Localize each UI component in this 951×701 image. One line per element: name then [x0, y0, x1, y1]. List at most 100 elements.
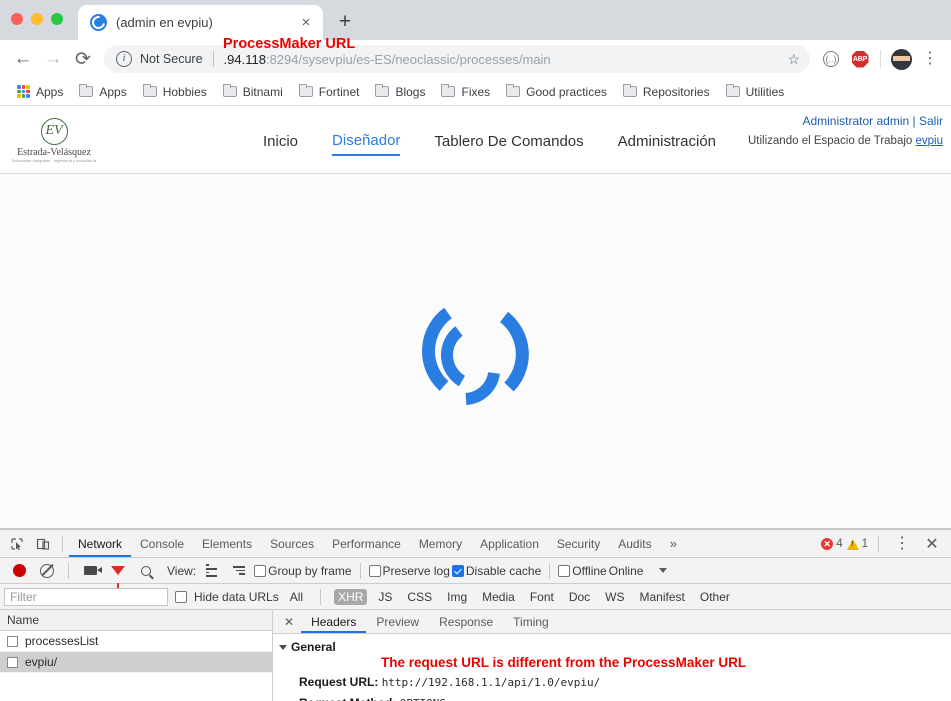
chrome-menu-icon[interactable]: ⋮: [917, 46, 943, 72]
group-by-frame-checkbox[interactable]: [254, 564, 267, 577]
filter-type-xhr[interactable]: XHR: [334, 588, 368, 605]
tab-audits[interactable]: Audits: [609, 530, 660, 557]
bookmark-item-bitnami[interactable]: Bitnami: [216, 83, 290, 101]
user-name-link[interactable]: Administrator admin: [802, 114, 909, 128]
devtools-menu-icon[interactable]: ⋮: [889, 531, 915, 557]
detail-tab-response[interactable]: Response: [429, 610, 503, 633]
request-name: evpiu/: [25, 655, 58, 669]
bookmark-item-blogs[interactable]: Blogs: [368, 83, 432, 101]
detail-tab-preview[interactable]: Preview: [366, 610, 429, 633]
nav-item-inicio[interactable]: Inicio: [263, 133, 298, 155]
nav-item-disenador[interactable]: Diseñador: [332, 132, 401, 156]
detail-tab-headers[interactable]: Headers: [301, 610, 367, 633]
back-icon[interactable]: ←: [8, 44, 38, 74]
url-text: .94.118:8294/sysevpiu/es-ES/neoclassic/p…: [224, 52, 551, 67]
browser-tab[interactable]: (admin en evpiu) ×: [78, 5, 323, 40]
adblock-plus-icon[interactable]: ABP: [847, 46, 873, 72]
throttling-value[interactable]: Online: [609, 564, 644, 578]
bookmark-item-hobbies[interactable]: Hobbies: [136, 83, 214, 101]
error-badge[interactable]: ✕ 4: [821, 538, 843, 550]
disable-cache-checkbox[interactable]: [451, 564, 464, 577]
filter-type-img[interactable]: Img: [443, 589, 471, 605]
tab-sources[interactable]: Sources: [261, 530, 323, 557]
view-list-icon[interactable]: [198, 558, 224, 584]
bookmark-item-good-practices[interactable]: Good practices: [499, 83, 614, 101]
reload-icon[interactable]: ⟳: [68, 44, 98, 74]
window-controls[interactable]: [11, 13, 63, 25]
offline-checkbox[interactable]: [558, 564, 571, 577]
device-toolbar-icon[interactable]: [30, 531, 56, 557]
bookmark-item-fortinet[interactable]: Fortinet: [292, 83, 367, 101]
hide-data-urls-label: Hide data URLs: [194, 589, 279, 604]
requests-column-header[interactable]: Name: [0, 610, 272, 631]
clear-button[interactable]: [34, 558, 60, 584]
inspect-element-icon[interactable]: [4, 531, 30, 557]
detail-tabbar: ✕ Headers Preview Response Timing: [273, 610, 951, 634]
close-window-button[interactable]: [11, 13, 23, 25]
close-icon[interactable]: ×: [297, 14, 315, 32]
warning-icon: [846, 538, 859, 550]
folder-icon: [142, 84, 157, 97]
bookmark-item-fixes[interactable]: Fixes: [434, 83, 497, 101]
logout-link[interactable]: Salir: [919, 114, 943, 128]
hide-data-urls-checkbox[interactable]: [175, 590, 187, 603]
header-row-request-method: Request Method: OPTIONS: [273, 696, 951, 701]
close-detail-icon[interactable]: ✕: [277, 615, 301, 629]
tab-network[interactable]: Network: [69, 530, 132, 557]
filter-type-ws[interactable]: WS: [601, 589, 628, 605]
bookmark-label: Hobbies: [162, 84, 207, 99]
tab-application[interactable]: Application: [471, 530, 548, 557]
record-button[interactable]: [6, 558, 32, 584]
workspace-link[interactable]: evpiu: [916, 135, 944, 147]
filter-type-js[interactable]: JS: [374, 589, 396, 605]
profile-avatar[interactable]: [888, 46, 914, 72]
warning-badge[interactable]: 1: [846, 538, 868, 550]
table-row[interactable]: processesList: [0, 631, 272, 652]
detail-tab-timing[interactable]: Timing: [503, 610, 559, 633]
more-tabs-icon[interactable]: »: [661, 530, 686, 557]
extension-circle-icon[interactable]: (..): [818, 46, 844, 72]
view-waterfall-icon[interactable]: [226, 558, 252, 584]
bookmark-label: Repositories: [642, 84, 710, 99]
bookmark-item-repositories[interactable]: Repositories: [616, 83, 717, 101]
filter-type-media[interactable]: Media: [478, 589, 519, 605]
nav-item-tablero-de-comandos[interactable]: Tablero De Comandos: [434, 133, 583, 155]
general-section-header[interactable]: General: [273, 640, 951, 654]
filter-type-css[interactable]: CSS: [403, 589, 436, 605]
header-value[interactable]: http://192.168.1.1/api/1.0/evpiu/: [382, 676, 601, 689]
new-tab-button[interactable]: +: [333, 11, 357, 35]
bookmark-star-icon[interactable]: ☆: [787, 51, 800, 68]
loading-spinner: [406, 281, 546, 421]
tab-performance[interactable]: Performance: [323, 530, 410, 557]
group-by-frame-label: Group by frame: [268, 563, 352, 578]
maximize-window-button[interactable]: [51, 13, 63, 25]
address-bar[interactable]: i Not Secure .94.118:8294/sysevpiu/es-ES…: [104, 45, 810, 73]
chevron-down-icon[interactable]: [659, 568, 668, 573]
filter-icon[interactable]: [105, 558, 131, 588]
preserve-log-checkbox[interactable]: [368, 564, 381, 577]
site-logo[interactable]: EV Estrada-Velásquez Soluciones integral…: [8, 114, 100, 166]
tab-memory[interactable]: Memory: [410, 530, 471, 557]
bookmark-item-apps[interactable]: Apps: [72, 83, 133, 101]
filter-type-font[interactable]: Font: [526, 589, 558, 605]
table-row[interactable]: evpiu/: [0, 652, 272, 673]
tab-console[interactable]: Console: [131, 530, 193, 557]
filter-input[interactable]: Filter: [4, 587, 168, 606]
nav-item-administracion[interactable]: Administración: [618, 133, 716, 155]
forward-icon[interactable]: →: [38, 44, 68, 74]
info-icon[interactable]: i: [116, 51, 132, 67]
filter-type-all[interactable]: All: [286, 589, 307, 605]
bookmark-item-utilities[interactable]: Utilities: [719, 83, 792, 101]
header-value: OPTIONS: [400, 697, 446, 701]
capture-screenshots-icon[interactable]: [77, 558, 103, 584]
tab-elements[interactable]: Elements: [193, 530, 261, 557]
filter-type-doc[interactable]: Doc: [565, 589, 594, 605]
folder-icon: [298, 84, 313, 97]
filter-type-manifest[interactable]: Manifest: [636, 589, 689, 605]
close-devtools-icon[interactable]: ✕: [919, 531, 945, 557]
tab-security[interactable]: Security: [548, 530, 609, 557]
search-icon[interactable]: [133, 558, 159, 584]
bookmark-item-apps-grid[interactable]: Apps: [10, 83, 70, 101]
filter-type-other[interactable]: Other: [696, 589, 734, 605]
minimize-window-button[interactable]: [31, 13, 43, 25]
